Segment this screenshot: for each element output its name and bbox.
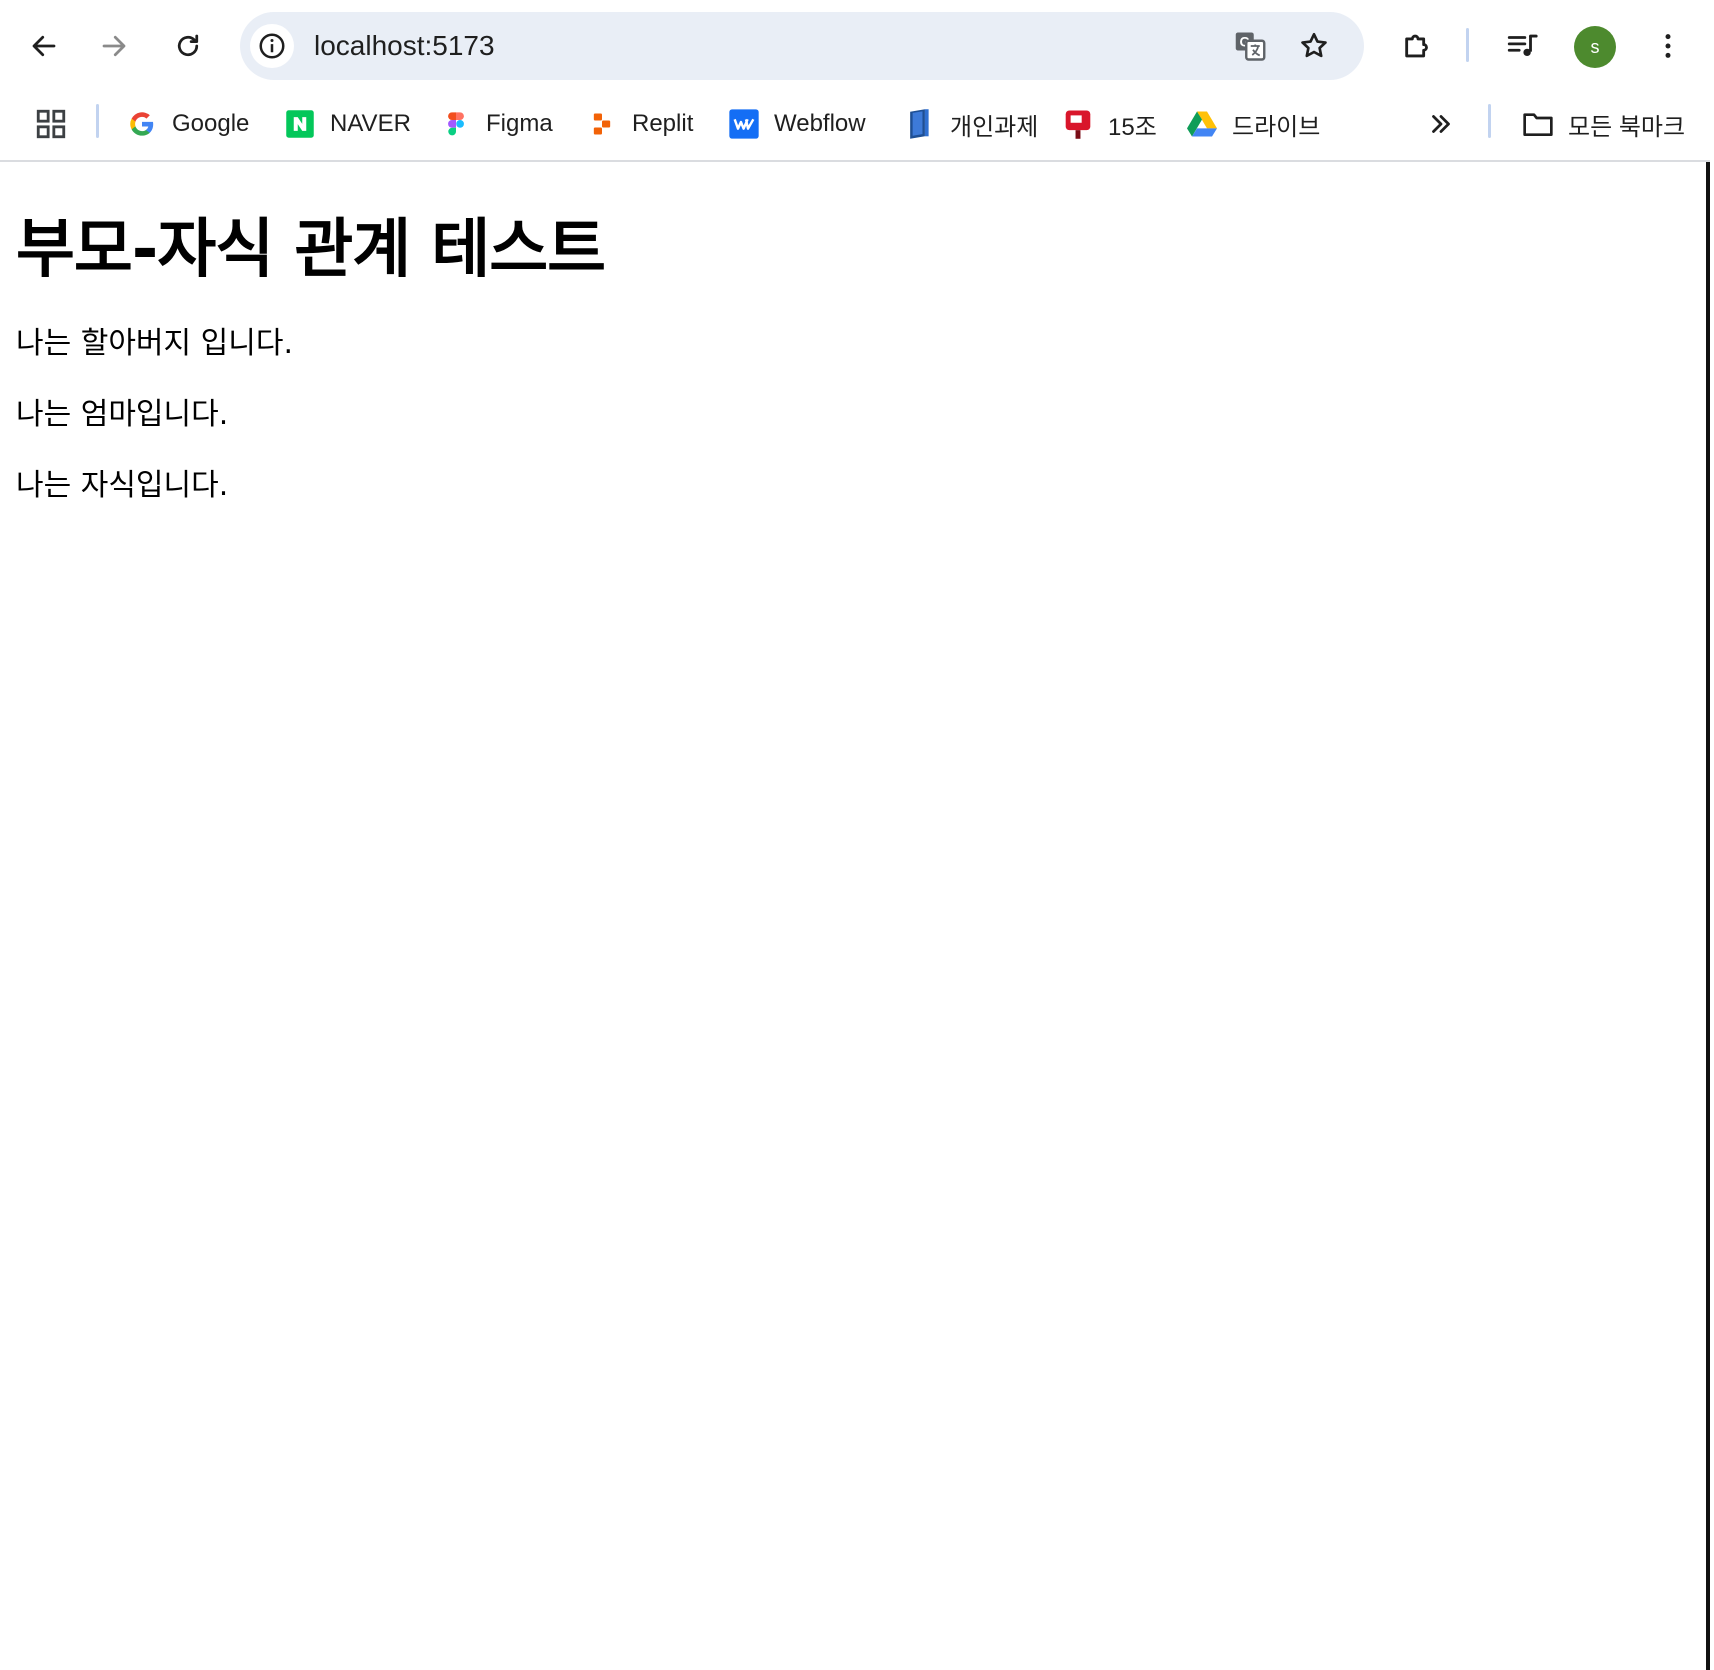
back-button[interactable] <box>16 18 72 74</box>
arrow-left-icon <box>32 35 56 57</box>
mailbox-icon <box>1062 108 1094 140</box>
bookmark-personal-task[interactable]: 개인과제 <box>904 100 1038 148</box>
bookmark-label: Webflow <box>774 110 866 137</box>
media-queue-icon <box>1507 34 1538 57</box>
webflow-icon <box>728 108 760 140</box>
google-icon <box>126 108 158 140</box>
folder-icon <box>1522 108 1554 140</box>
puzzle-icon <box>1405 34 1428 58</box>
info-icon <box>259 33 285 59</box>
browser-toolbar: localhost:5173 G s <box>0 0 1710 92</box>
apps-grid-icon <box>36 109 66 139</box>
translate-button[interactable]: G <box>1230 26 1270 66</box>
figma-icon <box>440 108 472 140</box>
media-controls-button[interactable] <box>1498 22 1546 70</box>
mother-text: 나는 엄마입니다. <box>16 397 229 432</box>
bookmark-star-button[interactable] <box>1294 26 1334 66</box>
bookmark-label: NAVER <box>330 110 411 137</box>
bookmark-label: 개인과제 <box>950 113 1039 141</box>
star-icon <box>1301 32 1327 58</box>
bookmarks-overflow-button[interactable] <box>1426 100 1456 148</box>
reload-button[interactable] <box>160 18 216 74</box>
replit-icon <box>586 108 618 140</box>
bookmark-replit[interactable]: Replit <box>586 100 693 148</box>
browser-menu-button[interactable] <box>1644 22 1692 70</box>
apps-button[interactable] <box>34 100 68 148</box>
bookmark-label: Figma <box>486 110 553 137</box>
all-bookmarks-button[interactable]: 모든 북마크 <box>1522 100 1685 148</box>
toolbar-divider <box>1466 28 1469 62</box>
drive-icon <box>1186 108 1218 140</box>
bookmark-label: Google <box>172 110 250 137</box>
naver-icon <box>284 108 316 140</box>
address-bar[interactable]: localhost:5173 G <box>240 12 1364 80</box>
bookmark-label: Replit <box>632 110 694 137</box>
bookmarks-divider <box>1488 104 1491 138</box>
bookmark-webflow[interactable]: Webflow <box>728 100 866 148</box>
bookmark-naver[interactable]: NAVER <box>284 100 411 148</box>
browser-window: localhost:5173 G s Google NAVER Figma Re… <box>0 0 1710 1670</box>
reload-icon <box>177 34 199 57</box>
child-text: 나는 자식입니다. <box>16 468 229 503</box>
kebab-menu-icon <box>1665 34 1671 58</box>
forward-button[interactable] <box>86 18 142 74</box>
bookmark-label: 드라이브 <box>1232 113 1321 141</box>
arrow-right-icon <box>102 35 126 57</box>
profile-avatar[interactable]: s <box>1574 26 1616 68</box>
page-title: 부모-자식 관계 테스트 <box>16 213 606 287</box>
page-content: 부모-자식 관계 테스트 나는 할아버지 입니다. 나는 엄마입니다. 나는 자… <box>0 162 1706 1670</box>
bookmark-drive[interactable]: 드라이브 <box>1186 100 1320 148</box>
url-text[interactable]: localhost:5173 <box>314 12 495 80</box>
all-bookmarks-label: 모든 북마크 <box>1568 113 1686 141</box>
bookmark-label: 15조 <box>1108 113 1157 141</box>
translate-icon: G <box>1235 32 1266 61</box>
chevron-double-right-icon <box>1432 115 1450 133</box>
book-icon <box>904 108 936 140</box>
grandfather-text: 나는 할아버지 입니다. <box>16 326 294 361</box>
bookmarks-divider <box>96 104 99 138</box>
bookmark-team-15[interactable]: 15조 <box>1062 100 1157 148</box>
site-info-button[interactable] <box>250 24 294 68</box>
bookmarks-bar: Google NAVER Figma Replit Webflow 개인과제 1… <box>0 92 1710 162</box>
bookmark-figma[interactable]: Figma <box>440 100 553 148</box>
bookmark-google[interactable]: Google <box>126 100 249 148</box>
extensions-button[interactable] <box>1394 22 1442 70</box>
